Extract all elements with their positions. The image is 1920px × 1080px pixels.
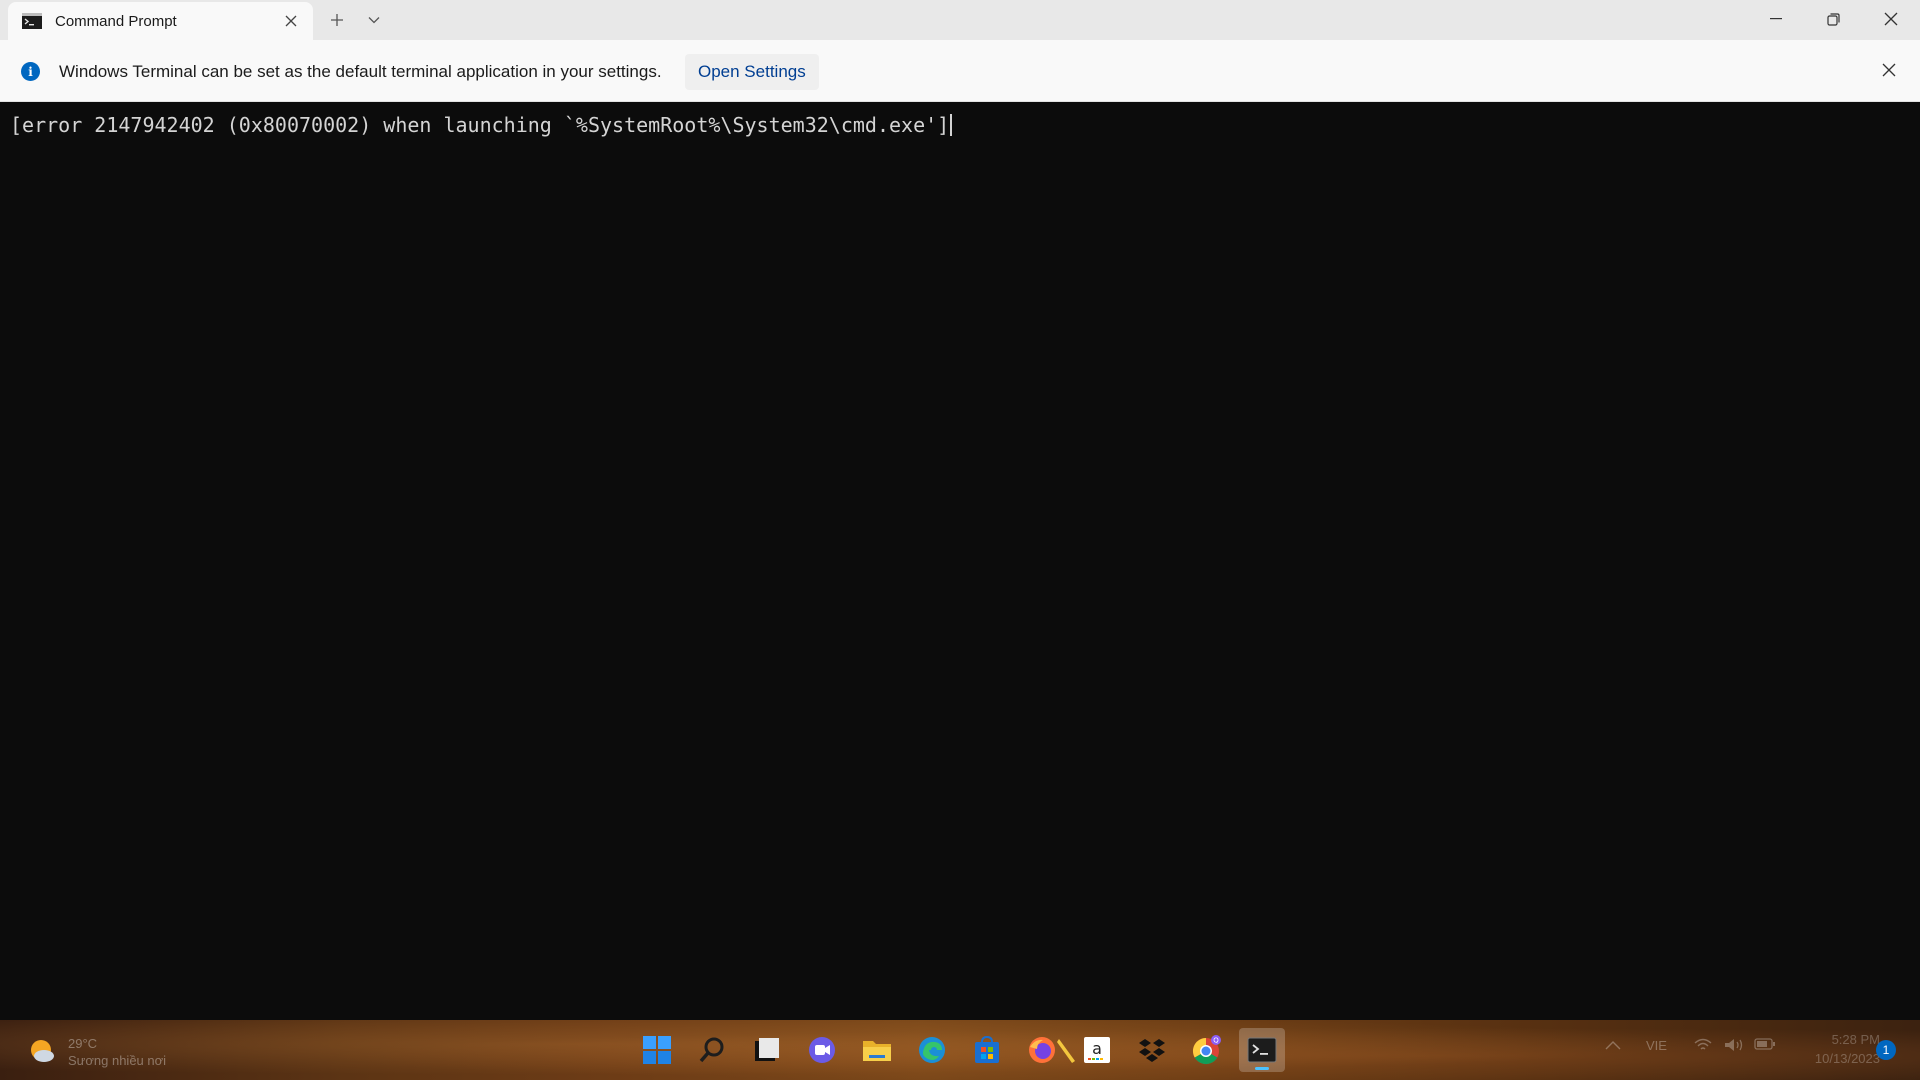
taskbar-dropbox[interactable] [1129,1028,1175,1072]
taskbar-microsoft-store[interactable] [964,1028,1010,1072]
microsoft-store-icon [975,1035,999,1063]
weather-temperature: 29°C [68,1036,98,1051]
infobar-close-button[interactable] [1876,57,1902,83]
close-icon [285,15,297,27]
tray-clock[interactable]: 5:28 PM 10/13/2023 [1790,1030,1880,1068]
infobar-message: Windows Terminal can be set as the defau… [59,62,662,81]
taskbar-chrome[interactable]: Q [1184,1028,1230,1072]
taskbar-file-explorer[interactable] [854,1028,900,1072]
taskbar-search[interactable] [689,1028,735,1072]
minimize-button[interactable] [1747,0,1805,38]
start-icon [643,1036,671,1064]
new-tab-button[interactable] [322,6,352,34]
terminal-icon [1247,1037,1277,1063]
search-icon [699,1037,724,1063]
taskbar-start[interactable] [634,1028,680,1072]
close-icon [1884,12,1898,26]
terminal-output-line: [error 2147942402 (0x80070002) when laun… [10,113,953,137]
weather-sun-cloud-icon [31,1040,54,1062]
chrome-icon: Q [1192,1035,1221,1065]
open-settings-button[interactable]: Open Settings [685,54,819,90]
tab-command-prompt[interactable]: Command Prompt [8,2,313,40]
tray-date: 10/13/2023 [1814,1051,1880,1066]
notification-badge[interactable]: 1 [1876,1040,1896,1060]
restore-button[interactable] [1804,0,1862,38]
taskbar-terminal[interactable] [1239,1028,1285,1072]
restore-icon [1826,12,1840,26]
minimize-icon [1770,18,1782,20]
taskbar-task-view[interactable] [744,1028,790,1072]
taskbar: 29°C Sương nhiều nơi a Q VIE 5:28 PM 10/… [0,1020,1920,1080]
file-explorer-icon [863,1041,891,1061]
terminal-output-text: [error 2147942402 (0x80070002) when laun… [10,113,950,137]
info-icon: i [21,62,40,81]
tab-close-button[interactable] [279,9,303,33]
amazon-icon: a [1084,1037,1110,1063]
title-bar: Command Prompt [0,0,1920,40]
tray-battery[interactable] [1754,1038,1776,1053]
taskbar-teams-chat[interactable] [799,1028,845,1072]
text-cursor [950,114,953,136]
teams-chat-icon [809,1037,835,1063]
weather-description: Sương nhiều nơi [68,1053,167,1068]
tray-wifi[interactable] [1694,1038,1712,1055]
edge-icon [919,1037,945,1063]
terminal-pane[interactable]: [error 2147942402 (0x80070002) when laun… [0,103,1920,1020]
wifi-icon [1694,1038,1712,1050]
plus-icon [331,14,343,26]
default-terminal-infobar: i Windows Terminal can be set as the def… [0,40,1920,102]
taskbar-edge[interactable] [909,1028,955,1072]
tab-dropdown-button[interactable] [359,6,389,34]
battery-icon [1754,1038,1775,1050]
dropbox-icon [1139,1039,1165,1062]
chevron-up-icon [1605,1041,1621,1050]
taskbar-amazon[interactable]: a [1074,1028,1120,1072]
volume-icon [1725,1039,1743,1051]
command-prompt-icon [22,13,42,29]
tray-time: 5:28 PM [1831,1032,1880,1047]
active-app-indicator [1255,1067,1269,1070]
svg-text:a: a [1092,1039,1102,1058]
close-window-button[interactable] [1862,0,1920,38]
svg-text:Q: Q [1213,1037,1219,1045]
weather-widget[interactable]: 29°C Sương nhiều nơi [24,1031,184,1071]
chevron-down-icon [368,17,380,24]
tab-title: Command Prompt [55,13,177,30]
close-icon [1882,63,1896,77]
tray-overflow-button[interactable] [1605,1038,1621,1053]
tray-language[interactable]: VIE [1646,1038,1667,1053]
task-view-icon [755,1038,779,1061]
tray-volume[interactable] [1724,1038,1744,1055]
